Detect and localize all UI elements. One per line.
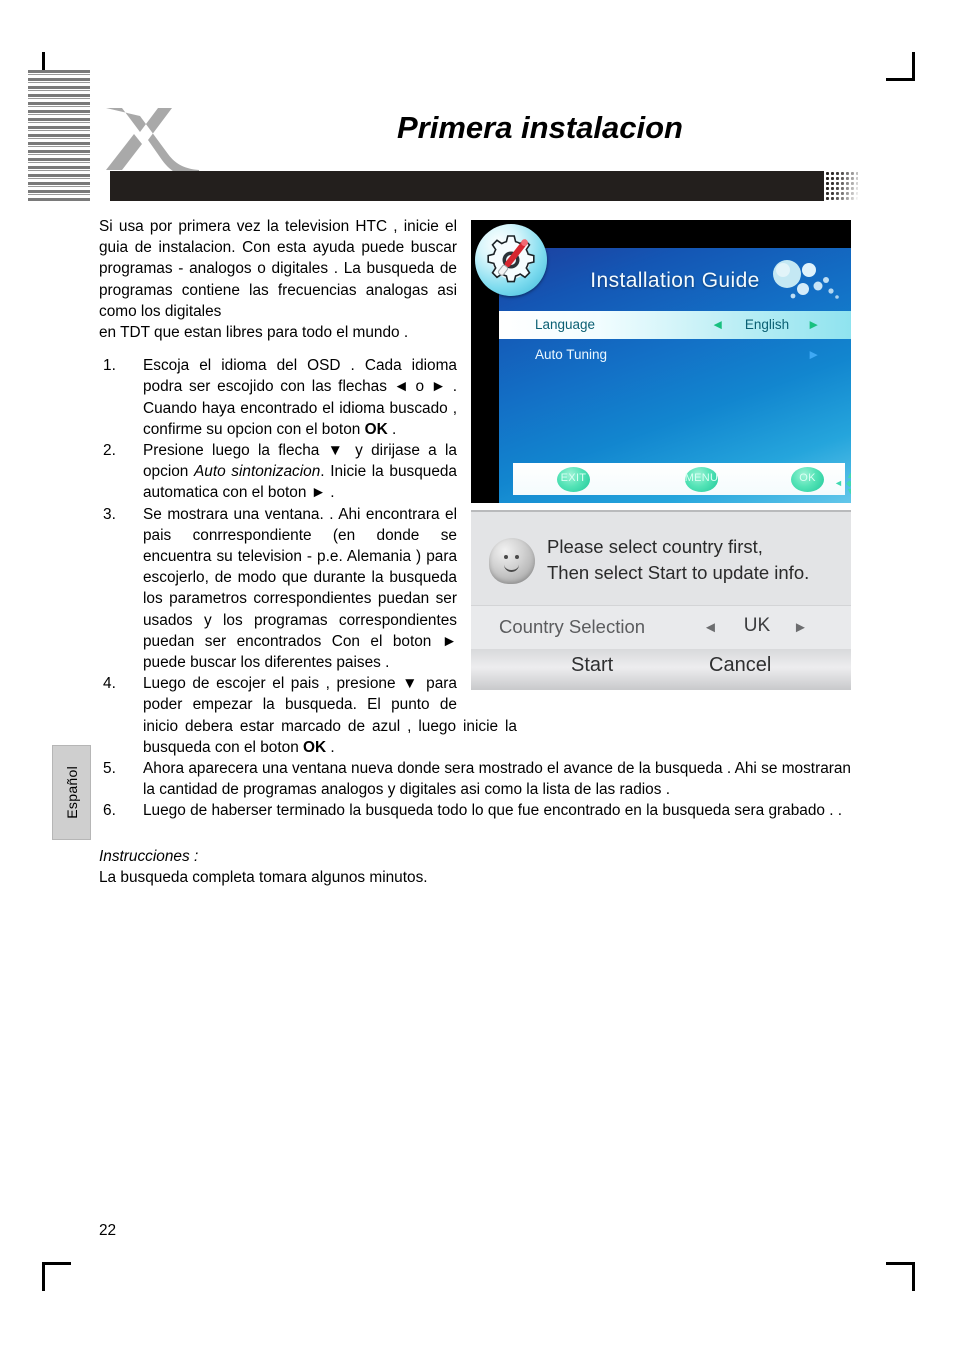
country-selection-row[interactable]: Country Selection ◄ UK ► — [471, 605, 851, 651]
dpad-icon[interactable]: ▲ ▼ ◄ ► ◆ — [829, 466, 851, 496]
step-1-text-pre: Escoja el idioma del OSD . Cada idioma p… — [143, 357, 457, 438]
menu-button[interactable]: MENU — [685, 466, 718, 492]
step-1-text-post: . — [387, 420, 397, 438]
osd-row-language-label: Language — [535, 317, 596, 333]
country-selection-value: UK — [743, 615, 771, 636]
crop-mark-bottom-right — [886, 1262, 915, 1291]
osd-panel: Installation Guide Language ◄ English ► … — [499, 248, 851, 503]
tv-country-dialog-screenshot: Please select country first, Then select… — [471, 510, 851, 690]
right-arrow-icon[interactable]: ► — [807, 344, 820, 365]
osd-footer-bar: EXIT MENU OK ▲ ▼ ◄ ► ◆ — [513, 463, 851, 496]
step-6-text: Luego de haberser terminado la busqueda … — [143, 802, 843, 820]
left-arrow-icon[interactable]: ◄ — [711, 314, 724, 335]
language-tab: Español — [52, 745, 91, 840]
dialog-message-line2: Then select Start to update info. — [547, 562, 810, 583]
step-2-italic: Auto sintonizacion — [194, 463, 321, 481]
language-tab-label: Español — [63, 766, 80, 819]
osd-row-language-value: English — [744, 317, 790, 333]
start-button[interactable]: Start — [571, 654, 613, 676]
dpad-center-icon[interactable]: ◆ — [846, 473, 851, 494]
list-item: Luego de escojer el pais , presione ▼ pa… — [99, 673, 517, 758]
left-arrow-icon[interactable]: ◄ — [703, 617, 718, 638]
list-item: Luego de haberser terminado la busqueda … — [99, 800, 851, 821]
list-item: Escoja el idioma del OSD . Cada idioma p… — [99, 355, 517, 440]
decorative-stripes — [28, 70, 90, 202]
gear-wizard-icon — [475, 224, 547, 296]
page-number: 22 — [99, 1222, 117, 1239]
tv-installation-guide-screenshot: Installation Guide Language ◄ English ► … — [471, 220, 851, 503]
dialog-message-line1: Please select country first, — [547, 536, 763, 557]
list-item: Se mostrara una ventana. . Ahi encontrar… — [99, 504, 517, 674]
exit-button[interactable]: EXIT — [557, 466, 590, 492]
step-3-text: Se mostrara una ventana. . Ahi encontrar… — [143, 505, 457, 672]
instructions-title: Instrucciones : — [99, 847, 199, 865]
dialog-action-bar: Start Cancel — [471, 649, 851, 690]
osd-row-language[interactable]: Language ◄ English ► — [499, 311, 851, 339]
cancel-button[interactable]: Cancel — [709, 654, 771, 676]
crop-mark-top-right — [886, 52, 915, 81]
header-rule-halftone — [820, 171, 858, 201]
step-4-text-post: . — [326, 738, 335, 756]
page-content: Installation Guide Language ◄ English ► … — [99, 216, 851, 888]
dpad-left-icon[interactable]: ◄ — [834, 473, 843, 494]
instructions-body: La busqueda completa tomara algunos minu… — [99, 868, 428, 886]
intro-line-1: Si usa por primera vez la television HTC… — [99, 218, 457, 320]
list-item: Presione luego la flecha ▼ y dirijase a … — [99, 440, 517, 504]
list-item: Ahora aparecera una ventana nueva donde … — [99, 758, 851, 800]
dialog-message: Please select country first, Then select… — [547, 534, 809, 586]
ok-button[interactable]: OK — [791, 466, 824, 492]
right-arrow-icon[interactable]: ► — [807, 314, 820, 335]
right-arrow-icon[interactable]: ► — [793, 617, 808, 638]
page-title: Primera instalacion — [396, 110, 683, 145]
osd-row-auto-tuning[interactable]: Auto Tuning ► — [499, 341, 851, 369]
crop-mark-bottom-left — [42, 1262, 71, 1291]
step-5-text: Ahora aparecera una ventana nueva donde … — [143, 760, 851, 799]
osd-row-auto-tuning-label: Auto Tuning — [535, 347, 608, 363]
step-4-bold: OK — [303, 738, 327, 756]
country-selection-label: Country Selection — [499, 616, 646, 637]
bubbles-decoration-icon — [769, 258, 841, 304]
step-1-bold: OK — [364, 420, 388, 438]
instructions-block: Instrucciones : La busqueda completa tom… — [99, 846, 851, 888]
screenshot-column: Installation Guide Language ◄ English ► … — [471, 220, 851, 690]
header-rule — [110, 171, 824, 201]
